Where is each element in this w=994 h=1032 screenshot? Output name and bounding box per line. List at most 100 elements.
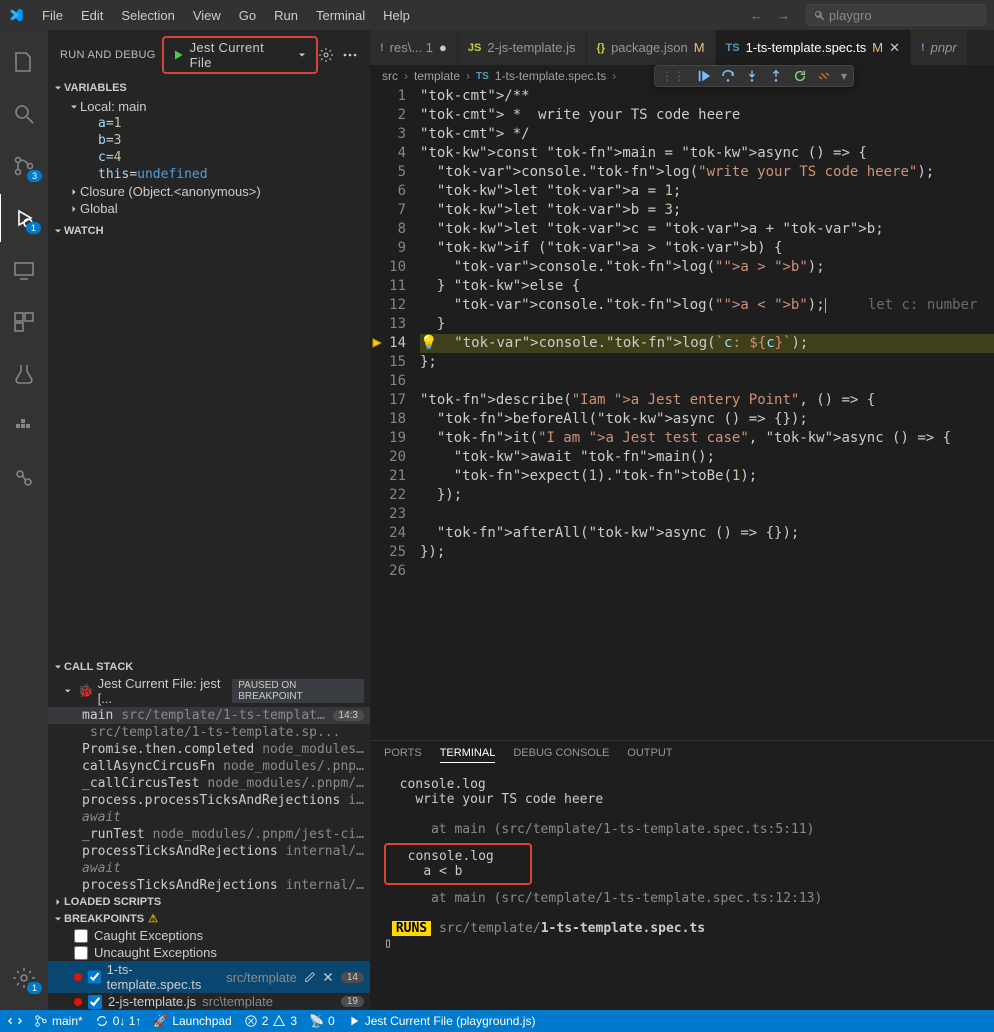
callstack-frame[interactable]: process.processTicksAndRejectionsint...	[48, 792, 370, 809]
line-gutter[interactable]: 1234567891011121314151617181920212223242…	[370, 87, 420, 740]
tab-terminal[interactable]: TERMINAL	[440, 747, 496, 763]
callstack-frame[interactable]: processTicksAndRejectionsinternal/proc..…	[48, 843, 370, 860]
search-icon[interactable]	[0, 90, 48, 138]
breadcrumb-item[interactable]: src	[382, 69, 398, 83]
restart-button[interactable]	[793, 69, 807, 83]
testing-icon[interactable]	[0, 350, 48, 398]
callstack-frame[interactable]: callAsyncCircusFnnode_modules/.pnpm/...	[48, 758, 370, 775]
callstack-frame[interactable]: src/template/1-ts-template.sp...	[48, 724, 370, 741]
step-into-button[interactable]	[745, 69, 759, 83]
nav-fwd-button[interactable]: →	[771, 4, 796, 27]
editor-tab[interactable]: TS1-ts-template.spec.tsM✕	[716, 30, 911, 65]
debug-status[interactable]: Jest Current File (playground.js)	[347, 1014, 536, 1028]
callstack-frame[interactable]: _runTestnode_modules/.pnpm/jest-circus..…	[48, 826, 370, 843]
callstack-frame[interactable]: await	[48, 860, 370, 877]
editor-tab[interactable]: JS2-js-template.js	[458, 30, 587, 65]
callstack-frame[interactable]: mainsrc/template/1-ts-template.spec.ts14…	[48, 707, 370, 724]
edit-icon[interactable]	[303, 970, 317, 984]
callstack-frame[interactable]: Promise.then.completednode_modules/...	[48, 741, 370, 758]
nav-back-button[interactable]: ←	[744, 4, 769, 27]
command-center-search[interactable]: playgro	[806, 4, 986, 26]
live-share-icon[interactable]	[0, 454, 48, 502]
breakpoint-row[interactable]: 2-js-template.jssrc\template19	[48, 993, 370, 1010]
bp-uncaught-checkbox[interactable]	[74, 946, 88, 960]
docker-icon[interactable]	[0, 402, 48, 450]
breakpoint-row[interactable]: 1-ts-template.spec.tssrc/template14	[48, 961, 370, 993]
breadcrumb-item[interactable]: 1-ts-template.spec.ts	[495, 69, 606, 83]
code-content[interactable]: "tok-cmt">/**"tok-cmt"> * write your TS …	[420, 87, 994, 740]
scope-local[interactable]: Local: main	[48, 98, 370, 115]
loaded-scripts-header[interactable]: LOADED SCRIPTS	[48, 894, 370, 910]
editor-tab[interactable]: !res\... 1●	[370, 30, 458, 65]
disconnect-button[interactable]	[817, 69, 831, 83]
variable-row[interactable]: b = 3	[48, 132, 370, 149]
editor-tab[interactable]: !pnpr	[911, 30, 968, 65]
run-debug-header: RUN AND DEBUG Jest Current File	[48, 30, 370, 80]
ports-item[interactable]: 📡 0	[309, 1014, 335, 1028]
bp-uncaught[interactable]: Uncaught Exceptions	[48, 944, 370, 961]
variables-section-header[interactable]: VARIABLES	[48, 80, 370, 96]
debug-config-selector[interactable]: Jest Current File	[162, 36, 318, 74]
step-over-button[interactable]	[721, 69, 735, 83]
drag-handle-icon[interactable]: ⋮⋮	[661, 69, 685, 83]
ts-file-icon: TS	[476, 71, 489, 82]
tab-debug-console[interactable]: DEBUG CONSOLE	[513, 747, 609, 763]
menu-terminal[interactable]: Terminal	[308, 4, 373, 27]
run-debug-icon[interactable]: 1	[0, 194, 47, 242]
panel-title: RUN AND DEBUG	[60, 49, 156, 61]
menu-view[interactable]: View	[185, 4, 229, 27]
more-icon[interactable]	[342, 47, 358, 63]
step-out-button[interactable]	[769, 69, 783, 83]
variable-row[interactable]: a = 1	[48, 115, 370, 132]
variable-row[interactable]: c = 4	[48, 149, 370, 166]
menu-help[interactable]: Help	[375, 4, 418, 27]
menu-run[interactable]: Run	[266, 4, 306, 27]
bottom-panel: PORTS TERMINAL DEBUG CONSOLE OUTPUT cons…	[370, 740, 994, 1010]
problems-item[interactable]: 2 3	[244, 1014, 297, 1028]
menu-edit[interactable]: Edit	[73, 4, 111, 27]
branch-indicator[interactable]: main*	[34, 1014, 83, 1028]
play-icon	[172, 49, 184, 61]
callstack-frame[interactable]: processTicksAndRejectionsinternal/proc..…	[48, 877, 370, 894]
breakpoints-header[interactable]: BREAKPOINTS⚠	[48, 910, 370, 927]
menu-go[interactable]: Go	[231, 4, 264, 27]
scope-global[interactable]: Global	[48, 200, 370, 217]
extensions-icon[interactable]	[0, 298, 48, 346]
debug-toolbar[interactable]: ⋮⋮ ▾	[654, 65, 854, 87]
variable-row[interactable]: this = undefined	[48, 166, 370, 183]
remote-icon[interactable]	[0, 246, 48, 294]
callstack-thread[interactable]: 🐞 Jest Current File: jest [... PAUSED ON…	[48, 675, 370, 707]
settings-icon[interactable]: 1	[0, 954, 48, 1002]
sync-indicator[interactable]: 0↓ 1↑	[95, 1014, 142, 1028]
panel-tabs: PORTS TERMINAL DEBUG CONSOLE OUTPUT	[370, 741, 994, 769]
callstack-section-header[interactable]: CALL STACK	[48, 659, 370, 675]
callstack-frame[interactable]: await	[48, 809, 370, 826]
settings-badge: 1	[27, 982, 42, 994]
menu-file[interactable]: File	[34, 4, 71, 27]
tab-ports[interactable]: PORTS	[384, 747, 422, 763]
launchpad-item[interactable]: 🚀 Launchpad	[153, 1014, 231, 1028]
warning-icon: ⚠	[148, 912, 158, 925]
gear-icon[interactable]	[318, 47, 334, 63]
breakpoint-checkbox[interactable]	[88, 970, 101, 984]
breakpoint-checkbox[interactable]	[88, 995, 102, 1009]
bp-caught[interactable]: Caught Exceptions	[48, 927, 370, 944]
scm-icon[interactable]: 3	[0, 142, 48, 190]
close-icon[interactable]: ✕	[889, 40, 900, 56]
remote-indicator[interactable]	[8, 1014, 22, 1028]
tab-output[interactable]: OUTPUT	[627, 747, 672, 763]
continue-button[interactable]	[697, 69, 711, 83]
scope-closure[interactable]: Closure (Object.<anonymous>)	[48, 183, 370, 200]
callstack-frame[interactable]: _callCircusTestnode_modules/.pnpm/jes...	[48, 775, 370, 792]
bp-caught-checkbox[interactable]	[74, 929, 88, 943]
close-icon[interactable]	[321, 970, 335, 984]
menu-selection[interactable]: Selection	[113, 4, 182, 27]
terminal-output[interactable]: console.log write your TS code heere at …	[370, 769, 994, 1010]
explorer-icon[interactable]	[0, 38, 48, 86]
chevron-down-icon	[52, 661, 64, 673]
editor-tab[interactable]: {}package.jsonM	[587, 30, 716, 65]
watch-body[interactable]	[48, 239, 370, 659]
breadcrumb-item[interactable]: template	[414, 69, 460, 83]
editor-area[interactable]: 1234567891011121314151617181920212223242…	[370, 87, 994, 740]
watch-section-header[interactable]: WATCH	[48, 223, 370, 239]
